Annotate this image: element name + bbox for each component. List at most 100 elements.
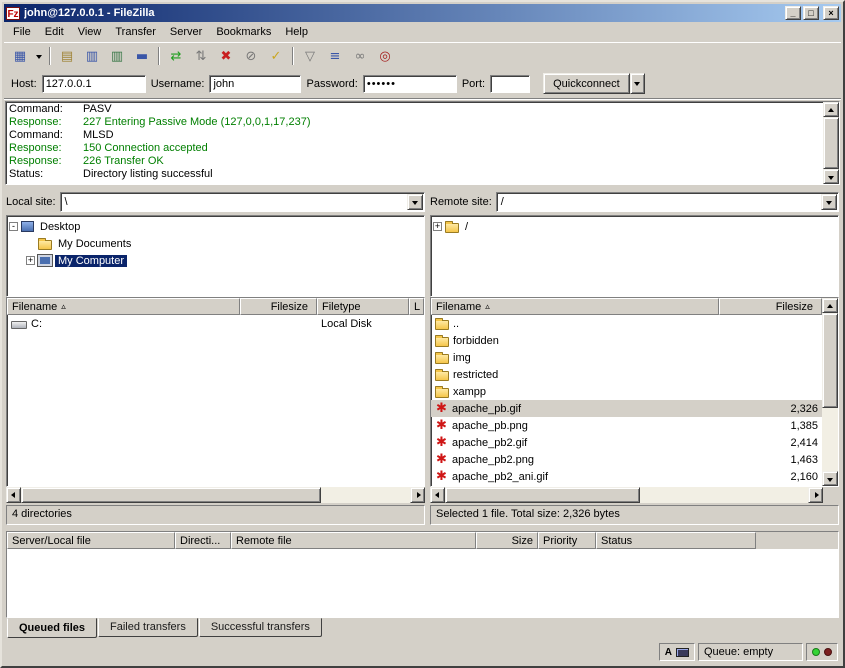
local-hscrollbar[interactable] bbox=[6, 487, 425, 503]
port-input[interactable] bbox=[490, 75, 530, 93]
local-directory-tree[interactable]: - Desktop My Documents + My Computer bbox=[6, 215, 425, 297]
tree-item[interactable]: - Desktop bbox=[9, 218, 422, 235]
queue-column-header[interactable]: Remote file bbox=[231, 532, 476, 549]
file-row[interactable]: apache_pb2.gif 2,414 bbox=[431, 434, 822, 451]
file-row[interactable]: C: Local Disk bbox=[7, 315, 424, 332]
disconnect-button[interactable]: ⊘ bbox=[239, 45, 263, 67]
menu-item[interactable]: File bbox=[6, 23, 38, 41]
toggle-remote-tree-button[interactable]: ▥ bbox=[105, 45, 129, 67]
remote-site-combo[interactable]: / bbox=[496, 192, 839, 212]
toolbar-dropdown-arrow[interactable] bbox=[33, 45, 45, 67]
scroll-left-button[interactable] bbox=[6, 487, 21, 503]
password-input[interactable] bbox=[363, 75, 457, 93]
filter-button[interactable]: ▽ bbox=[298, 45, 322, 67]
file-row[interactable]: apache_pb.gif 2,326 bbox=[431, 400, 822, 417]
tree-item-label[interactable]: Desktop bbox=[37, 221, 83, 233]
scrollbar-track[interactable] bbox=[21, 487, 410, 503]
tree-item[interactable]: + My Computer bbox=[26, 252, 422, 269]
menu-item[interactable]: Edit bbox=[38, 23, 71, 41]
tree-expander[interactable]: + bbox=[26, 256, 35, 265]
file-row[interactable]: apache_pb2.png 1,463 bbox=[431, 451, 822, 468]
scrollbar-thumb[interactable] bbox=[445, 487, 640, 503]
toolbar-icon: ⊘ bbox=[246, 49, 257, 64]
scroll-down-button[interactable] bbox=[822, 471, 838, 486]
toggle-local-tree-button[interactable]: ▥ bbox=[80, 45, 104, 67]
menu-item[interactable]: Server bbox=[163, 23, 209, 41]
verify-certificate-button[interactable]: ✓ bbox=[264, 45, 288, 67]
sync-browse-button[interactable]: ∞ bbox=[348, 45, 372, 67]
menu-item[interactable]: Transfer bbox=[108, 23, 163, 41]
queue-column-header[interactable]: Priority bbox=[538, 532, 596, 549]
toolbar-separator[interactable] bbox=[155, 46, 163, 66]
log-line: Status: Directory listing successful bbox=[9, 168, 820, 181]
tree-item[interactable]: My Documents bbox=[26, 235, 422, 252]
scrollbar-thumb[interactable] bbox=[822, 313, 838, 408]
column-header[interactable]: Filename▵ bbox=[431, 298, 719, 315]
tree-expander[interactable]: + bbox=[433, 222, 442, 231]
queue-column-header[interactable]: Status bbox=[596, 532, 756, 549]
file-row[interactable]: apache_pb2_ani.gif 2,160 bbox=[431, 468, 822, 485]
scrollbar-thumb[interactable] bbox=[823, 117, 839, 169]
scrollbar-track[interactable] bbox=[445, 487, 808, 503]
site-manager-button[interactable]: ▦ bbox=[8, 45, 32, 67]
file-row[interactable]: img bbox=[431, 349, 822, 366]
process-queue-button[interactable]: ⇅ bbox=[189, 45, 213, 67]
compare-button[interactable]: ≡ bbox=[323, 45, 347, 67]
refresh-button[interactable]: ⇄ bbox=[164, 45, 188, 67]
toggle-log-button[interactable]: ▤ bbox=[55, 45, 79, 67]
quickconnect-dropdown-button[interactable] bbox=[630, 73, 645, 94]
menu-item[interactable]: View bbox=[71, 23, 109, 41]
log-scrollbar[interactable] bbox=[823, 102, 839, 184]
scroll-up-button[interactable] bbox=[823, 102, 839, 117]
title-bar[interactable]: Fz john@127.0.0.1 - FileZilla _ □ × bbox=[4, 4, 841, 22]
scroll-left-button[interactable] bbox=[430, 487, 445, 503]
file-row[interactable]: restricted bbox=[431, 366, 822, 383]
quickconnect-button[interactable]: Quickconnect bbox=[543, 73, 630, 94]
tree-item-label[interactable]: / bbox=[462, 221, 471, 233]
scrollbar-track[interactable] bbox=[823, 117, 839, 169]
scroll-right-button[interactable] bbox=[808, 487, 823, 503]
find-button[interactable]: ◎ bbox=[373, 45, 397, 67]
scrollbar-track[interactable] bbox=[822, 313, 838, 471]
username-input[interactable] bbox=[209, 75, 301, 93]
tab[interactable]: Successful transfers bbox=[199, 618, 322, 637]
maximize-button[interactable]: □ bbox=[803, 6, 819, 20]
scroll-up-button[interactable] bbox=[822, 298, 838, 313]
tree-item-label[interactable]: My Documents bbox=[55, 238, 134, 250]
queue-column-header[interactable]: Directi... bbox=[175, 532, 231, 549]
toggle-queue-button[interactable]: ▬ bbox=[130, 45, 154, 67]
toolbar-separator[interactable] bbox=[46, 46, 54, 66]
tab[interactable]: Queued files bbox=[7, 618, 97, 638]
file-row[interactable]: apache_pb.png 1,385 bbox=[431, 417, 822, 434]
remote-directory-tree[interactable]: + / bbox=[430, 215, 839, 297]
minimize-button[interactable]: _ bbox=[785, 6, 801, 20]
file-row[interactable]: .. bbox=[431, 315, 822, 332]
combo-dropdown-button[interactable] bbox=[407, 194, 423, 210]
queue-column-header[interactable]: Size bbox=[476, 532, 538, 549]
tab[interactable]: Failed transfers bbox=[98, 618, 198, 637]
scroll-down-button[interactable] bbox=[823, 169, 839, 184]
host-input[interactable] bbox=[42, 75, 146, 93]
column-header[interactable]: Filename▵ bbox=[7, 298, 240, 315]
toolbar-separator[interactable] bbox=[289, 46, 297, 66]
scrollbar-thumb[interactable] bbox=[21, 487, 321, 503]
scroll-right-button[interactable] bbox=[410, 487, 425, 503]
file-row[interactable]: forbidden bbox=[431, 332, 822, 349]
column-header[interactable]: Filetype bbox=[317, 298, 409, 315]
queue-column-header[interactable]: Server/Local file bbox=[7, 532, 175, 549]
column-header[interactable]: Filesize bbox=[719, 298, 822, 315]
close-button[interactable]: × bbox=[823, 6, 839, 20]
tree-item-label[interactable]: My Computer bbox=[55, 255, 127, 267]
local-site-combo[interactable]: \ bbox=[60, 192, 425, 212]
remote-hscrollbar[interactable] bbox=[430, 487, 839, 503]
tree-item[interactable]: + / bbox=[433, 218, 836, 235]
remote-vscrollbar[interactable] bbox=[822, 298, 838, 486]
column-header[interactable]: Filesize bbox=[240, 298, 317, 315]
cancel-button[interactable]: ✖ bbox=[214, 45, 238, 67]
column-header[interactable]: L bbox=[409, 298, 424, 315]
menu-item[interactable]: Help bbox=[278, 23, 315, 41]
menu-item[interactable]: Bookmarks bbox=[209, 23, 278, 41]
combo-dropdown-button[interactable] bbox=[821, 194, 837, 210]
file-row[interactable]: xampp bbox=[431, 383, 822, 400]
tree-expander[interactable]: - bbox=[9, 222, 18, 231]
